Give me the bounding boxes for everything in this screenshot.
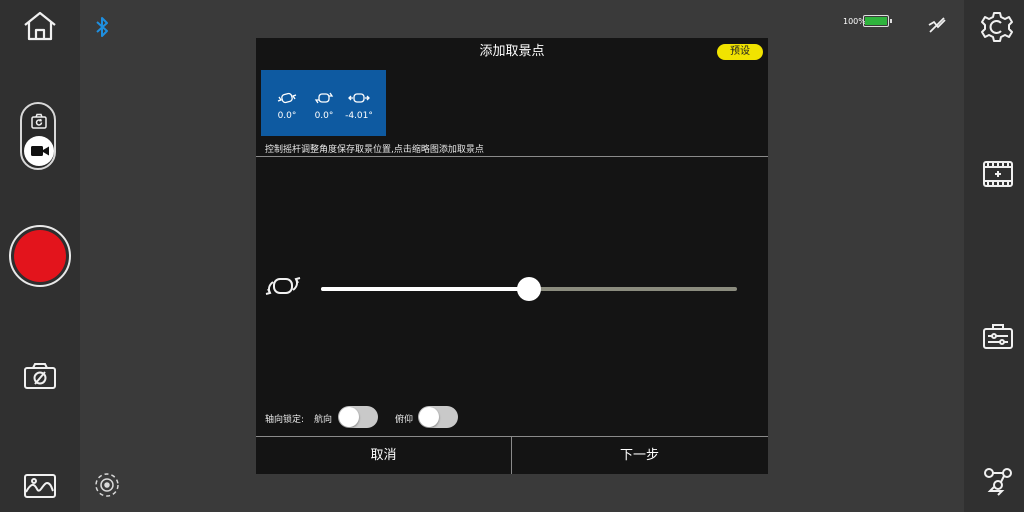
- target-icon[interactable]: [94, 472, 120, 498]
- roll-value: -4.01°: [345, 111, 373, 121]
- toggle-knob: [419, 407, 439, 427]
- cancel-button[interactable]: 取消: [256, 437, 511, 474]
- settings-icon[interactable]: [980, 10, 1014, 44]
- tilt-value: 0.0°: [314, 111, 334, 121]
- slider-fill: [321, 287, 529, 291]
- video-mode-selected[interactable]: [24, 136, 54, 166]
- video-icon: [30, 144, 50, 158]
- timelapse-icon[interactable]: [982, 160, 1014, 188]
- bluetooth-icon: [95, 15, 109, 39]
- roll-slider[interactable]: [321, 277, 737, 301]
- pan-value: 0.0°: [277, 111, 297, 121]
- pitch-lock-toggle[interactable]: [418, 406, 458, 428]
- roll-axis-icon: [348, 91, 370, 105]
- tilt-axis-icon: [314, 91, 334, 105]
- record-button[interactable]: [9, 225, 71, 287]
- battery-fill: [865, 17, 887, 25]
- slider-thumb[interactable]: [517, 277, 541, 301]
- camera-switch-icon[interactable]: [30, 112, 48, 130]
- gallery-icon[interactable]: [23, 473, 57, 499]
- pan-axis-icon: [277, 91, 297, 105]
- screenshot-icon[interactable]: [23, 362, 57, 390]
- axis-lock-label: 轴向锁定:: [265, 415, 305, 425]
- home-icon[interactable]: [22, 10, 58, 42]
- thumb-pan: 0.0°: [269, 90, 305, 121]
- gesture-disabled-icon[interactable]: [926, 14, 948, 36]
- thumb-roll: -4.01°: [341, 90, 377, 121]
- divider: [256, 156, 768, 157]
- dialog-title: 添加取景点: [479, 44, 545, 59]
- battery-indicator: [863, 15, 892, 27]
- next-button[interactable]: 下一步: [512, 437, 767, 474]
- path-icon[interactable]: [982, 466, 1014, 498]
- viewpoint-thumbnail[interactable]: 0.0° 0.0° -4.01°: [261, 70, 386, 136]
- toolbox-icon[interactable]: [982, 322, 1014, 350]
- pitch-lock-label: 俯仰: [395, 415, 414, 425]
- record-icon: [14, 230, 66, 282]
- preset-button[interactable]: 预设: [717, 44, 763, 60]
- heading-lock-label: 航向: [314, 415, 333, 425]
- hint-text: 控制摇杆调整角度保存取景位置,点击缩略图添加取景点: [265, 145, 484, 155]
- toggle-knob: [339, 407, 359, 427]
- thumb-tilt: 0.0°: [306, 90, 342, 121]
- roll-axis-icon: [265, 274, 301, 298]
- mode-switch[interactable]: [20, 102, 56, 170]
- heading-lock-toggle[interactable]: [338, 406, 378, 428]
- left-rail: [0, 0, 80, 512]
- add-viewpoint-dialog: 添加取景点 预设 0.0° 0.0° -4.01° 控制摇杆调整角度保存取景位置…: [256, 38, 768, 474]
- right-rail: [964, 0, 1024, 512]
- battery-nub: [890, 19, 892, 23]
